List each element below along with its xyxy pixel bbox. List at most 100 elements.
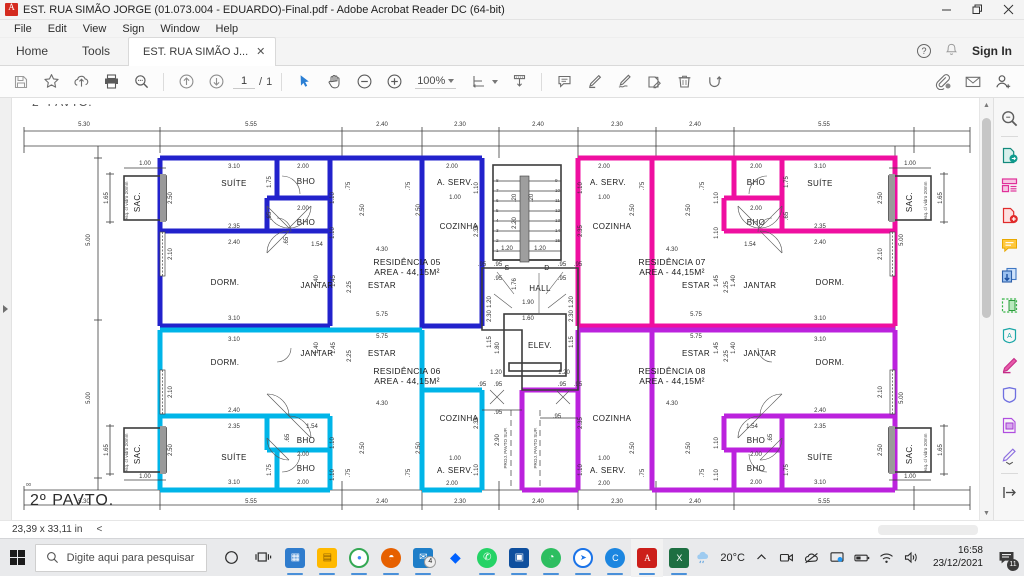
highlight-icon[interactable] (581, 69, 607, 95)
action-center-icon[interactable]: 11 (994, 546, 1019, 571)
find-text-icon[interactable] (128, 69, 154, 95)
next-page-icon[interactable] (203, 69, 229, 95)
tab-document[interactable]: EST. RUA SIMÃO J... ✕ (128, 37, 277, 66)
horizontal-scrollbar[interactable] (878, 524, 978, 535)
document-scrollbar-vertical[interactable]: ▲ ▼ (979, 98, 993, 520)
teamviewer-icon[interactable]: ▣ (503, 539, 535, 577)
protect-icon[interactable]: A (995, 320, 1024, 350)
mozilla-firefox-icon[interactable]: ◓ (375, 539, 407, 577)
add-to-favorites-icon[interactable] (38, 69, 64, 95)
stamp-icon[interactable] (641, 69, 667, 95)
help-icon[interactable]: ? (917, 44, 931, 58)
sync-app-icon[interactable]: ➤ (567, 539, 599, 577)
microsoft-excel-icon[interactable]: X (663, 539, 695, 577)
svg-text:1.20: 1.20 (501, 246, 513, 252)
menu-sign[interactable]: Sign (114, 20, 152, 38)
scroll-up-icon[interactable]: ▲ (980, 98, 993, 112)
zoom-level-select[interactable]: 100% (415, 75, 457, 89)
email-icon[interactable] (960, 69, 986, 95)
menu-help[interactable]: Help (208, 20, 247, 38)
opera-browser-icon[interactable]: C (599, 539, 631, 577)
display-settings-icon[interactable] (829, 550, 845, 566)
maximize-restore-button[interactable] (962, 0, 993, 20)
menu-file[interactable]: File (6, 20, 40, 38)
scroll-down-icon[interactable]: ▼ (980, 506, 993, 520)
redact-icon[interactable] (995, 380, 1024, 410)
wifi-icon[interactable] (879, 550, 895, 566)
close-icon[interactable]: ✕ (256, 46, 265, 58)
more-tools-icon[interactable] (995, 440, 1024, 470)
zoom-in-icon[interactable] (381, 69, 407, 95)
tab-tools[interactable]: Tools (64, 37, 128, 65)
svg-text:.20: .20 (529, 193, 535, 202)
sign-in-button[interactable]: Sign In (972, 44, 1012, 58)
draw-freehand-icon[interactable] (611, 69, 637, 95)
add-user-icon[interactable] (990, 69, 1016, 95)
chevron-down-icon[interactable] (448, 78, 455, 83)
whatsapp-icon[interactable]: ✆ (471, 539, 503, 577)
battery-icon[interactable] (854, 550, 870, 566)
evernote-icon[interactable]: ◔ (535, 539, 567, 577)
print-icon[interactable] (98, 69, 124, 95)
create-pdf-icon[interactable] (995, 200, 1024, 230)
attach-file-icon[interactable] (930, 69, 956, 95)
menu-edit[interactable]: Edit (40, 20, 75, 38)
tab-home[interactable]: Home (0, 37, 64, 65)
pan-hand-icon[interactable] (321, 69, 347, 95)
left-navigation-rail[interactable] (0, 98, 12, 520)
svg-text:2.20: 2.20 (512, 217, 518, 229)
svg-text:7: 7 (496, 188, 499, 193)
add-comment-icon[interactable] (551, 69, 577, 95)
menu-window[interactable]: Window (152, 20, 207, 38)
scrollbar-thumb[interactable] (982, 118, 991, 318)
combine-files-icon[interactable] (995, 260, 1024, 290)
microsoft-store-icon[interactable]: ▦ (279, 539, 311, 577)
document-view[interactable]: .ln{stroke:#3c3c3c;stroke-width:.8;fill:… (12, 98, 979, 520)
dropbox-icon[interactable]: ◆ (439, 539, 471, 577)
search-input[interactable]: Digite aqui para pesquisar (34, 543, 208, 572)
export-pdf-icon[interactable] (995, 140, 1024, 170)
delete-icon[interactable] (671, 69, 697, 95)
clock[interactable]: 16:58 23/12/2021 (933, 545, 983, 570)
fit-page-chevron-icon[interactable] (492, 79, 499, 84)
menu-view[interactable]: View (75, 20, 115, 38)
read-mode-icon[interactable] (506, 69, 532, 95)
svg-text:2.00: 2.00 (297, 452, 309, 458)
bell-icon[interactable] (945, 43, 958, 60)
volume-icon[interactable] (904, 550, 920, 566)
close-button[interactable] (993, 0, 1024, 20)
google-chrome-icon[interactable]: ● (343, 539, 375, 577)
adobe-acrobat-icon[interactable]: A (631, 538, 664, 577)
collapse-pane-icon[interactable] (995, 477, 1024, 507)
search-tool-icon[interactable] (995, 103, 1024, 133)
svg-text:RESIDÊNCIA 05: RESIDÊNCIA 05 (373, 257, 440, 267)
onedrive-icon[interactable] (804, 550, 820, 566)
minimize-button[interactable] (931, 0, 962, 20)
cloud-rain-icon[interactable] (695, 550, 711, 566)
organize-pages-icon[interactable] (995, 170, 1024, 200)
previous-page-icon[interactable] (173, 69, 199, 95)
save-icon[interactable] (8, 69, 34, 95)
expand-navigation-icon[interactable] (3, 305, 8, 313)
file-explorer-icon[interactable]: ▤ (311, 539, 343, 577)
task-view-icon[interactable] (247, 539, 279, 577)
status-chevron-icon[interactable]: < (96, 524, 102, 535)
zoom-out-icon[interactable] (351, 69, 377, 95)
fill-sign-icon[interactable] (995, 410, 1024, 440)
page-number-input[interactable] (233, 74, 255, 89)
show-hidden-icons-icon[interactable] (754, 550, 770, 566)
crop-pages-icon[interactable] (995, 290, 1024, 320)
mail-icon[interactable]: ✉ 4 (407, 539, 439, 577)
svg-text:.75: .75 (700, 468, 706, 477)
svg-text:9: 9 (555, 178, 558, 183)
upload-cloud-icon[interactable] (68, 69, 94, 95)
edit-pdf-icon[interactable] (995, 350, 1024, 380)
fit-page-icon[interactable] (466, 69, 492, 95)
svg-text:5.55: 5.55 (245, 499, 257, 505)
windows-start-icon[interactable] (0, 539, 35, 577)
meet-now-icon[interactable] (779, 550, 795, 566)
cortana-icon[interactable] (215, 539, 247, 577)
rotate-icon[interactable] (701, 69, 727, 95)
comment-tool-icon[interactable] (995, 230, 1024, 260)
select-cursor-icon[interactable] (291, 69, 317, 95)
